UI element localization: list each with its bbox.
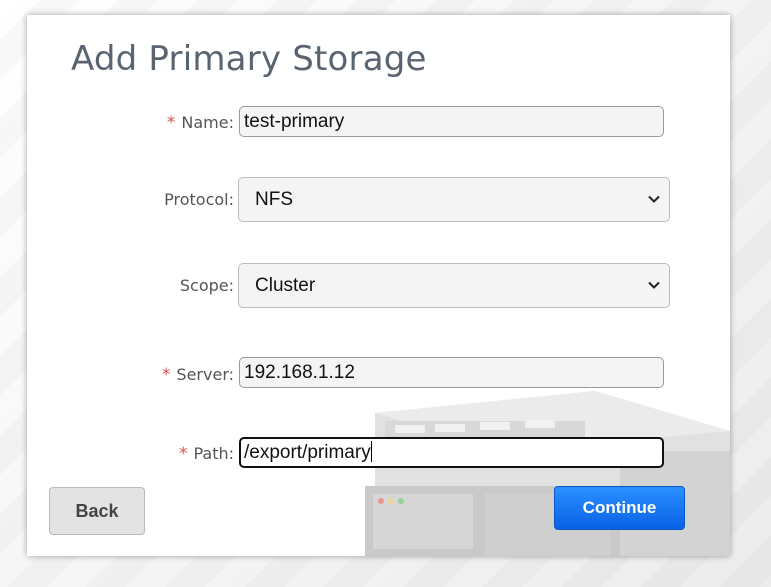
scope-label: Scope: — [179, 276, 234, 295]
chevron-down-icon — [648, 281, 660, 289]
back-button[interactable]: Back — [49, 487, 145, 535]
chevron-down-icon — [648, 195, 660, 203]
server-input[interactable]: 192.168.1.12 — [239, 357, 664, 388]
path-label: * Path: — [178, 444, 234, 464]
text-caret — [370, 441, 372, 462]
required-marker: * — [178, 444, 188, 464]
continue-button[interactable]: Continue — [554, 486, 685, 530]
required-marker: * — [166, 113, 176, 133]
name-label: * Name: — [166, 113, 234, 133]
required-marker: * — [161, 365, 171, 385]
storage-server-illustration — [365, 391, 730, 556]
path-input[interactable]: /export/primary — [239, 437, 664, 468]
name-input[interactable]: test-primary — [239, 106, 664, 137]
server-label: * Server: — [161, 365, 234, 385]
scope-selected-value: Cluster — [255, 275, 316, 296]
page-title: Add Primary Storage — [71, 39, 427, 79]
protocol-selected-value: NFS — [255, 189, 293, 210]
add-primary-storage-dialog: Add Primary Storage * Name: test-primary … — [27, 15, 730, 556]
scope-select[interactable]: Cluster — [238, 263, 670, 308]
protocol-select[interactable]: NFS — [238, 177, 670, 222]
protocol-label: Protocol: — [164, 190, 234, 209]
